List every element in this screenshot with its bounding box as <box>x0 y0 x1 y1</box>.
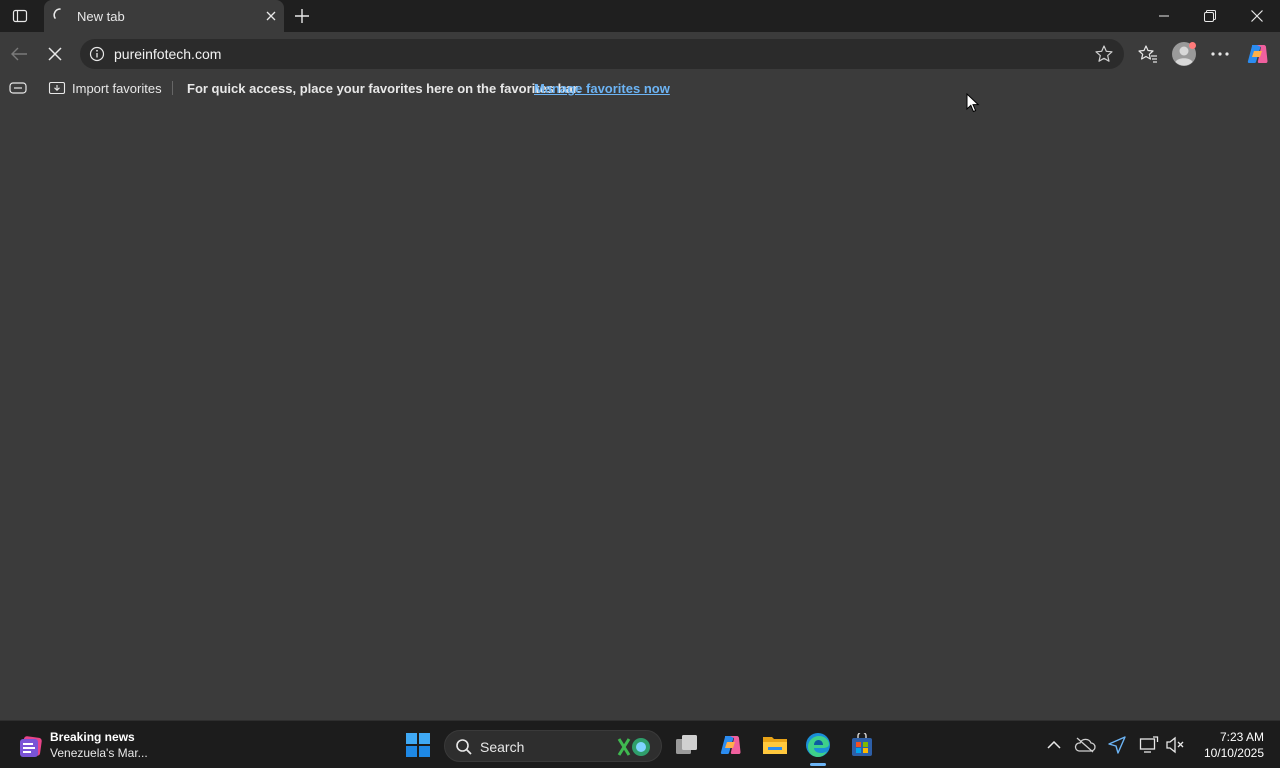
taskbar-search[interactable]: Search <box>444 730 662 762</box>
clock-time: 7:23 AM <box>1219 730 1264 744</box>
start-button[interactable] <box>398 725 438 765</box>
microsoft-store-icon[interactable] <box>842 725 882 765</box>
close-tab-icon[interactable] <box>261 6 281 26</box>
task-view-icon[interactable] <box>667 725 707 765</box>
import-favorites-button[interactable]: Import favorites <box>48 78 162 98</box>
news-widget[interactable]: Breaking news Venezuela's Mar... <box>16 727 176 763</box>
clock-date: 10/10/2025 <box>1203 746 1264 760</box>
address-bar[interactable]: pureinfotech.com <box>80 39 1124 69</box>
copilot-icon[interactable] <box>1244 40 1272 68</box>
add-favorite-star-icon[interactable] <box>1094 44 1114 64</box>
search-icon <box>456 739 472 755</box>
favorites-icon[interactable] <box>1134 40 1162 68</box>
url-text[interactable]: pureinfotech.com <box>114 46 221 62</box>
file-explorer-icon[interactable] <box>755 725 795 765</box>
copilot-app-icon[interactable] <box>711 725 751 765</box>
loading-spinner-icon <box>53 8 61 19</box>
news-title: Breaking news <box>50 730 135 744</box>
title-bar: New tab <box>0 0 1280 32</box>
news-headline: Venezuela's Mar... <box>50 746 148 760</box>
tab-sidebar-icon[interactable] <box>8 80 28 96</box>
show-hidden-icons-chevron-icon[interactable] <box>1042 733 1066 757</box>
network-icon[interactable] <box>1137 733 1161 757</box>
location-icon[interactable] <box>1105 733 1129 757</box>
close-window-button[interactable] <box>1234 0 1280 32</box>
profile-avatar-icon[interactable] <box>1170 40 1198 68</box>
manage-favorites-link[interactable]: Manage favorites now <box>534 81 670 96</box>
stop-loading-button[interactable] <box>41 40 69 68</box>
separator <box>172 81 173 95</box>
new-tab-button[interactable] <box>288 2 316 30</box>
search-highlight-icon <box>617 738 650 756</box>
tab-title: New tab <box>77 9 125 24</box>
search-label: Search <box>480 739 525 755</box>
site-info-icon[interactable] <box>89 46 105 62</box>
tab-actions-icon[interactable] <box>4 2 36 30</box>
volume-muted-icon[interactable] <box>1163 733 1187 757</box>
tab-new-tab[interactable]: New tab <box>44 0 284 32</box>
favorites-bar: Import favorites For quick access, place… <box>0 76 1280 100</box>
active-app-indicator <box>810 763 826 766</box>
import-icon <box>48 81 66 95</box>
minimize-button[interactable] <box>1141 0 1187 32</box>
page-content <box>0 100 1280 720</box>
favorites-hint-text: For quick access, place your favorites h… <box>187 81 581 96</box>
back-button[interactable] <box>5 40 33 68</box>
news-icon <box>20 736 42 757</box>
import-favorites-label: Import favorites <box>72 80 162 96</box>
restore-button[interactable] <box>1187 0 1233 32</box>
more-options-icon[interactable] <box>1206 40 1234 68</box>
edge-browser-icon[interactable] <box>798 725 838 765</box>
system-clock[interactable]: 7:23 AM 10/10/2025 <box>1192 729 1264 761</box>
taskbar: Breaking news Venezuela's Mar... Search <box>0 720 1280 768</box>
onedrive-offline-icon[interactable] <box>1073 733 1097 757</box>
mouse-pointer-icon <box>966 93 980 113</box>
